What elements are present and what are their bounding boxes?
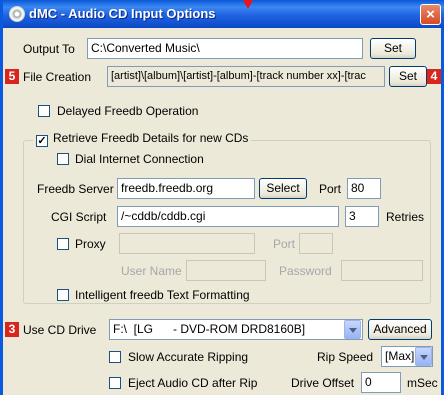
proxy-port-field[interactable] [299, 233, 333, 254]
cd-drive-select[interactable]: F:\ [LG - DVD-ROM DRD8160B] [109, 319, 363, 340]
eject-cd-label: Eject Audio CD after Rip [128, 376, 258, 390]
port-label: Port [319, 182, 342, 196]
drive-offset-label: Drive Offset [291, 376, 355, 390]
retries-label: Retries [386, 210, 425, 224]
cgi-script-label: CGI Script [51, 210, 107, 224]
close-button[interactable]: × [420, 4, 441, 25]
retrieve-freedb-legend: ✓ Retrieve Freedb Details for new CDs [33, 131, 252, 147]
slow-ripping-checkbox[interactable] [109, 351, 121, 363]
cd-drive-label: Use CD Drive [23, 323, 97, 337]
title-bar[interactable]: dMC - Audio CD Input Options × [3, 0, 444, 28]
rip-speed-value: [Max] [385, 349, 415, 363]
username-field[interactable] [186, 260, 266, 281]
options-window: dMC - Audio CD Input Options × Output To… [0, 0, 444, 395]
window-title: dMC - Audio CD Input Options [29, 6, 216, 21]
port-field[interactable]: 80 [347, 178, 381, 199]
file-creation-set-button[interactable]: Set [389, 66, 427, 87]
cd-drive-value: F:\ [LG - DVD-ROM DRD8160B] [113, 322, 306, 336]
retries-field[interactable]: 3 [345, 206, 379, 227]
password-label: Password [279, 264, 332, 278]
callout-badge-5: 5 [5, 69, 19, 84]
username-label: User Name [121, 264, 182, 278]
freedb-server-label: Freedb Server [37, 182, 114, 196]
drive-offset-field[interactable]: 0 [361, 372, 401, 393]
cgi-script-field[interactable]: /~cddb/cddb.cgi [117, 206, 339, 227]
output-set-button[interactable]: Set [370, 38, 416, 59]
callout-badge-3: 3 [5, 322, 19, 337]
intelligent-format-checkbox[interactable] [57, 289, 69, 301]
select-server-button[interactable]: Select [259, 178, 307, 199]
rip-speed-label: Rip Speed [317, 350, 374, 364]
dial-internet-checkbox[interactable] [57, 153, 69, 165]
password-field[interactable] [341, 260, 423, 281]
chevron-down-icon[interactable] [344, 320, 361, 339]
offset-unit-label: mSec [407, 376, 438, 390]
delayed-freedb-checkbox[interactable] [38, 105, 50, 117]
output-path-field[interactable]: C:\Converted Music\ [87, 38, 363, 59]
red-arrow-marker [243, 0, 253, 9]
advanced-button[interactable]: Advanced [368, 319, 432, 340]
dial-internet-label: Dial Internet Connection [75, 152, 204, 166]
retrieve-freedb-label: Retrieve Freedb Details for new CDs [53, 131, 249, 145]
callout-badge-4: 4 [427, 69, 441, 84]
eject-cd-checkbox[interactable] [109, 377, 121, 389]
proxy-label: Proxy [75, 237, 106, 251]
proxy-port-label: Port [273, 237, 296, 251]
intelligent-format-label: Intelligent freedb Text Formatting [75, 288, 250, 302]
file-creation-field[interactable]: [artist]\[album]\[artist]-[album]-[track… [107, 66, 385, 87]
chevron-down-icon[interactable] [415, 347, 432, 366]
slow-ripping-label: Slow Accurate Ripping [128, 350, 249, 364]
retrieve-freedb-checkbox[interactable]: ✓ [36, 135, 48, 147]
freedb-server-field[interactable]: freedb.freedb.org [117, 178, 255, 199]
file-creation-label: File Creation [23, 70, 92, 84]
delayed-freedb-label: Delayed Freedb Operation [57, 104, 199, 118]
proxy-checkbox[interactable] [57, 238, 69, 250]
output-label: Output To [23, 42, 75, 56]
proxy-address-field[interactable] [119, 233, 255, 254]
cd-icon [9, 6, 25, 22]
